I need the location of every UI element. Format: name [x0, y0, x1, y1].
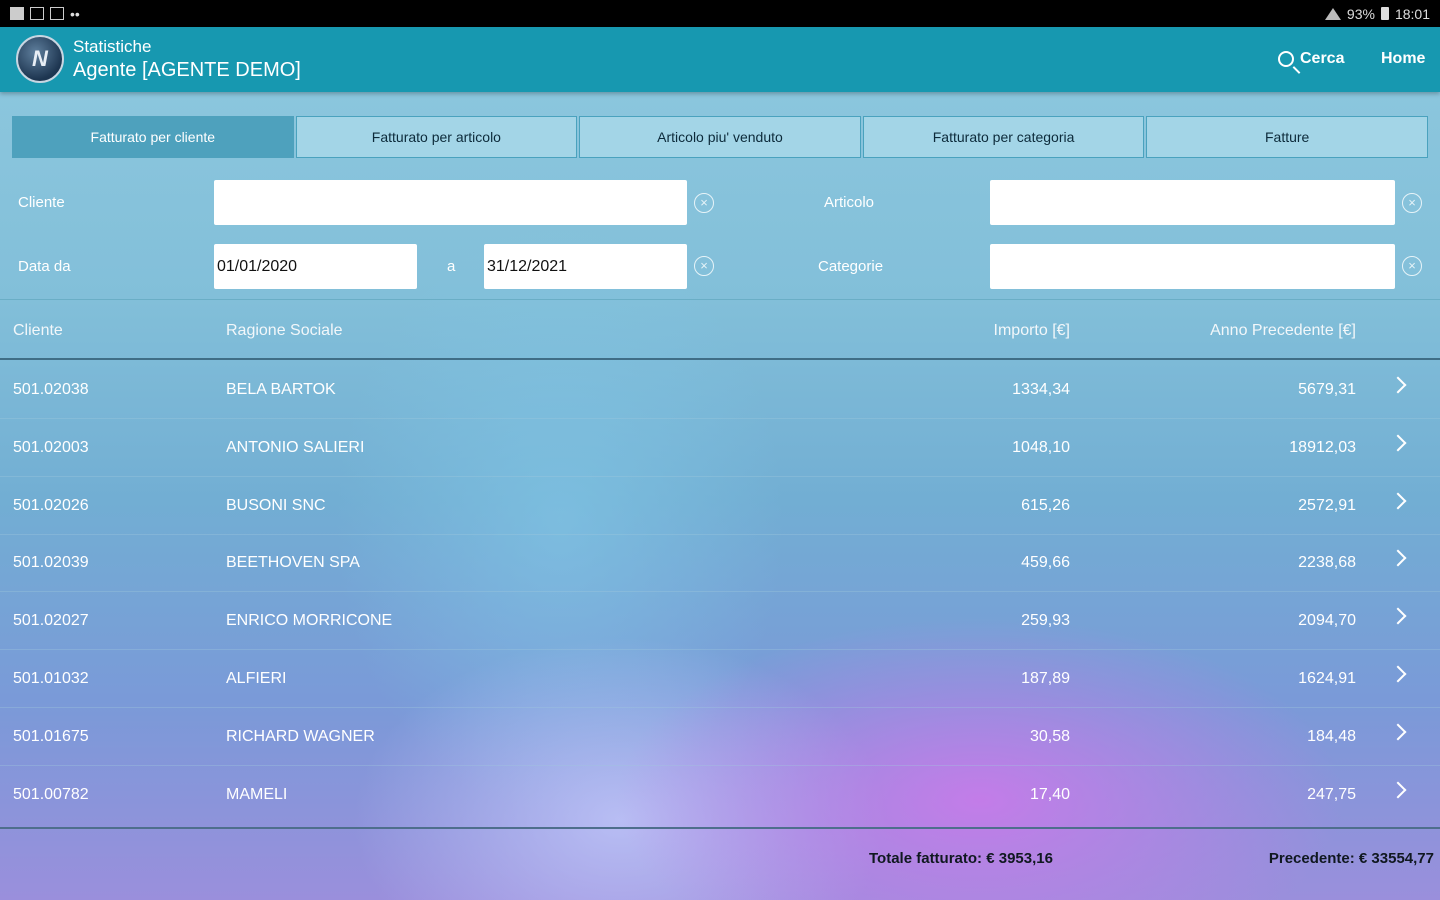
chevron-right-icon[interactable]: [1389, 434, 1407, 452]
data-a-label: a: [447, 258, 456, 275]
categorie-label: Categorie: [818, 258, 884, 275]
chevron-right-icon[interactable]: [1389, 492, 1407, 510]
table-row[interactable]: 501.02039 BEETHOVEN SPA 459,66 2238,68: [0, 533, 1440, 592]
data-a-input[interactable]: [484, 244, 687, 289]
chevron-right-icon[interactable]: [1389, 549, 1407, 567]
chevron-right-icon[interactable]: [1389, 665, 1407, 683]
wifi-icon: [1324, 7, 1341, 20]
cell-importo: 459,66: [1021, 554, 1070, 571]
table-row[interactable]: 501.00782 MAMELI 17,40 247,75: [0, 765, 1440, 823]
more-notifications-icon: ••: [70, 5, 80, 22]
cell-anno-precedente: 18912,03: [1289, 439, 1356, 456]
clock: 18:01: [1394, 5, 1430, 22]
table-header: Cliente Ragione Sociale Importo [€] Anno…: [0, 300, 1440, 358]
chevron-right-icon[interactable]: [1389, 607, 1407, 625]
totale-fatturato: Totale fatturato: € 3953,16: [869, 850, 1053, 867]
notification-icons: ••: [0, 6, 80, 22]
cell-anno-precedente: 2572,91: [1298, 497, 1356, 514]
cell-anno-precedente: 247,75: [1307, 786, 1356, 803]
cell-ragione-sociale: MAMELI: [226, 786, 288, 803]
cell-cliente: 501.02038: [13, 381, 89, 398]
cell-ragione-sociale: RICHARD WAGNER: [226, 728, 375, 745]
cell-ragione-sociale: BEETHOVEN SPA: [226, 554, 360, 571]
header-ragione-sociale: Ragione Sociale: [226, 322, 343, 339]
cliente-input[interactable]: [214, 180, 687, 225]
data-da-input[interactable]: [214, 244, 417, 289]
cell-importo: 1048,10: [1012, 439, 1070, 456]
cell-ragione-sociale: ALFIERI: [226, 670, 287, 687]
tab-articolo-piu-venduto[interactable]: Articolo piu' venduto: [579, 116, 861, 158]
cell-importo: 1334,34: [1012, 381, 1070, 398]
chevron-right-icon[interactable]: [1389, 723, 1407, 741]
cell-importo: 30,58: [1029, 728, 1070, 745]
status-bar: •• 93% 18:01: [0, 0, 1440, 27]
cell-anno-precedente: 5679,31: [1298, 381, 1356, 398]
search-button-label: Cerca: [1300, 50, 1345, 67]
cell-cliente: 501.02027: [13, 612, 89, 629]
cell-cliente: 501.00782: [13, 786, 89, 803]
app-title: Statistiche: [73, 37, 152, 56]
app-logo: N: [16, 35, 64, 83]
cell-anno-precedente: 184,48: [1307, 728, 1356, 745]
clear-cliente-icon[interactable]: ×: [694, 193, 714, 213]
cell-importo: 615,26: [1021, 497, 1070, 514]
totale-precedente: Precedente: € 33554,77: [1268, 850, 1434, 867]
tab-fatture[interactable]: Fatture: [1146, 116, 1428, 158]
footer-divider: [0, 827, 1440, 829]
tab-fatturato-per-articolo[interactable]: Fatturato per articolo: [295, 116, 578, 158]
upload-icon: [10, 7, 24, 20]
clear-categorie-icon[interactable]: ×: [1402, 256, 1422, 276]
app-bar: N Statistiche Agente [AGENTE DEMO] Cerca…: [0, 27, 1440, 92]
cell-cliente: 501.01675: [13, 728, 89, 745]
articolo-input[interactable]: [990, 180, 1395, 225]
table-row[interactable]: 501.02026 BUSONI SNC 615,26 2572,91: [0, 476, 1440, 535]
cliente-label: Cliente: [18, 194, 65, 211]
cell-cliente: 501.02003: [13, 439, 89, 456]
cell-anno-precedente: 2094,70: [1298, 612, 1356, 629]
categorie-input[interactable]: [990, 244, 1395, 289]
chevron-right-icon[interactable]: [1389, 781, 1407, 799]
cell-ragione-sociale: ENRICO MORRICONE: [226, 612, 393, 629]
header-cliente: Cliente: [13, 322, 63, 339]
search-button[interactable]: Cerca: [1278, 45, 1344, 73]
cell-ragione-sociale: BELA BARTOK: [226, 381, 336, 398]
data-da-label: Data da: [18, 258, 71, 275]
cell-cliente: 501.01032: [13, 670, 89, 687]
header-anno-precedente: Anno Precedente [€]: [1210, 322, 1356, 339]
table-row[interactable]: 501.02038 BELA BARTOK 1334,34 5679,31: [0, 360, 1440, 419]
chevron-right-icon[interactable]: [1389, 376, 1407, 394]
header-importo: Importo [€]: [993, 322, 1070, 339]
cell-cliente: 501.02039: [13, 554, 89, 571]
cell-importo: 259,93: [1021, 612, 1070, 629]
battery-icon: [1380, 7, 1389, 20]
table-row[interactable]: 501.02003 ANTONIO SALIERI 1048,10 18912,…: [0, 418, 1440, 477]
cell-anno-precedente: 2238,68: [1298, 554, 1356, 571]
articolo-label: Articolo: [824, 194, 875, 211]
tab-fatturato-per-categoria[interactable]: Fatturato per categoria: [862, 116, 1145, 158]
cell-importo: 187,89: [1021, 670, 1070, 687]
gallery-icon: [50, 7, 64, 20]
app-subtitle: Agente [AGENTE DEMO]: [73, 59, 301, 81]
cell-anno-precedente: 1624,91: [1298, 670, 1356, 687]
home-button[interactable]: Home: [1381, 45, 1425, 73]
table-row[interactable]: 501.02027 ENRICO MORRICONE 259,93 2094,7…: [0, 591, 1440, 650]
clear-date-icon[interactable]: ×: [694, 256, 714, 276]
table-row[interactable]: 501.01675 RICHARD WAGNER 30,58 184,48: [0, 707, 1440, 766]
search-icon: [1278, 51, 1294, 67]
tab-bar: Fatturato per cliente Fatturato per arti…: [12, 116, 1428, 160]
cell-ragione-sociale: BUSONI SNC: [226, 497, 326, 514]
cell-ragione-sociale: ANTONIO SALIERI: [226, 439, 365, 456]
cell-importo: 17,40: [1029, 786, 1070, 803]
clear-articolo-icon[interactable]: ×: [1402, 193, 1422, 213]
table-row[interactable]: 501.01032 ALFIERI 187,89 1624,91: [0, 649, 1440, 708]
cell-cliente: 501.02026: [13, 497, 89, 514]
battery-percent: 93%: [1346, 5, 1375, 22]
tab-fatturato-per-cliente[interactable]: Fatturato per cliente: [12, 116, 294, 158]
image-icon: [30, 7, 44, 20]
